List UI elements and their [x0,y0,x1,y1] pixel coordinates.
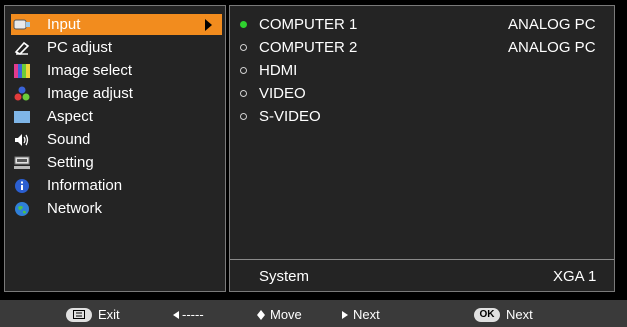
nav-back: ----- [173,307,204,322]
menu-item-label: Input [47,16,81,33]
nav-move-label: Move [270,307,302,322]
bullet-icon [240,44,247,51]
bullet-icon [240,113,247,120]
image-adjust-icon [13,85,31,103]
menu-item-label: Information [47,177,123,194]
menu-item-input[interactable]: Input [11,14,222,35]
up-down-arrow-icon [257,309,265,320]
menu-item-label: Setting [47,154,94,171]
ok-key-icon: OK [474,307,500,322]
menu-item-image-adjust[interactable]: Image adjust [11,83,222,104]
source-name: COMPUTER 2 [259,39,358,56]
sound-icon [13,131,31,149]
pc-adjust-icon [13,39,31,57]
menu-item-label: PC adjust [47,39,113,56]
image-select-icon [13,62,31,80]
projector-osd-screen: Input PC adjust Image select Image adjus… [0,0,627,327]
bullet-icon [240,90,247,97]
network-icon [13,200,31,218]
setting-icon [13,154,31,172]
nav-ok-label: Next [506,307,533,322]
system-value: XGA 1 [553,268,597,285]
source-name: HDMI [259,62,298,79]
system-label: System [259,268,310,285]
input-icon [13,16,31,34]
menu-item-network[interactable]: Network [11,198,222,219]
source-name: S-VIDEO [259,108,321,125]
menu-item-pc-adjust[interactable]: PC adjust [11,37,222,58]
source-name: COMPUTER 1 [259,16,358,33]
menu-item-label: Network [47,200,103,217]
nav-exit: Exit [66,307,120,322]
menu-item-setting[interactable]: Setting [11,152,222,173]
menu-item-label: Aspect [47,108,93,125]
menu-item-sound[interactable]: Sound [11,129,222,150]
menu-key-icon [66,307,92,322]
divider [230,259,614,260]
source-mode: ANALOG PC [508,16,596,33]
menu-item-information[interactable]: Information [11,175,222,196]
source-row-computer-1[interactable]: COMPUTER 1 ANALOG PC [230,14,614,35]
aspect-icon [13,108,31,126]
nav-move: Move [257,307,302,322]
main-menu-panel: Input PC adjust Image select Image adjus… [4,5,226,292]
menu-item-label: Image select [47,62,133,79]
nav-exit-label: Exit [98,307,120,322]
navigation-help-bar: Exit ----- Move Next OK Next [0,300,627,327]
menu-item-aspect[interactable]: Aspect [11,106,222,127]
menu-item-label: Image adjust [47,85,133,102]
nav-next: Next [342,307,380,322]
source-row-video[interactable]: VIDEO [230,83,614,104]
source-mode: ANALOG PC [508,39,596,56]
source-row-computer-2[interactable]: COMPUTER 2 ANALOG PC [230,37,614,58]
input-submenu-panel: COMPUTER 1 ANALOG PC COMPUTER 2 ANALOG P… [229,5,615,292]
nav-next-label: Next [353,307,380,322]
left-arrow-icon [173,310,179,319]
selected-bullet-icon [240,21,247,28]
nav-back-label: ----- [182,307,204,322]
menu-item-label: Sound [47,131,91,148]
source-row-s-video[interactable]: S-VIDEO [230,106,614,127]
submenu-arrow-icon [205,19,212,31]
nav-ok: OK Next [474,307,533,322]
source-name: VIDEO [259,85,306,102]
source-row-hdmi[interactable]: HDMI [230,60,614,81]
right-arrow-icon [342,310,348,319]
menu-item-image-select[interactable]: Image select [11,60,222,81]
information-icon [13,177,31,195]
bullet-icon [240,67,247,74]
